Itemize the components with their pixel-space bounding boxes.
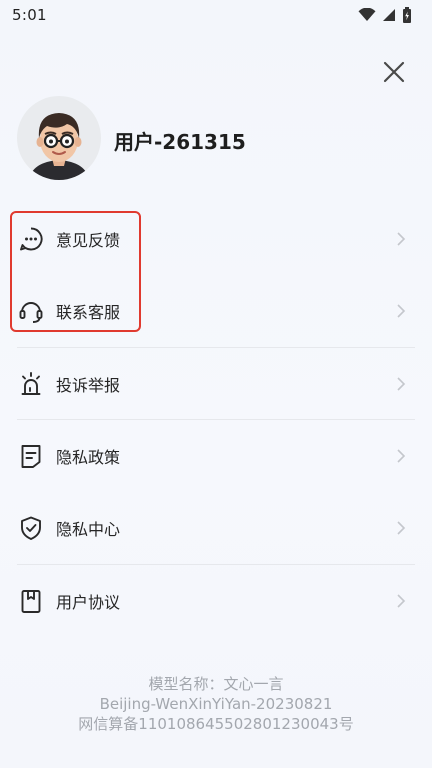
alarm-siren-icon: [18, 371, 44, 397]
menu-item-complaint[interactable]: 投诉举报: [0, 356, 432, 412]
menu-item-privacy-center[interactable]: 隐私中心: [0, 500, 432, 556]
menu-label-complaint: 投诉举报: [56, 376, 121, 395]
document-icon: [18, 443, 44, 469]
close-icon: [383, 61, 405, 83]
wifi-icon: [358, 8, 376, 21]
menu-label-privacy-policy: 隐私政策: [56, 448, 121, 467]
divider: [17, 564, 415, 565]
chevron-right-icon: [394, 376, 408, 392]
chevron-right-icon: [394, 593, 408, 609]
username: 用户-261315: [114, 130, 246, 154]
bookmark-book-icon: [18, 588, 44, 614]
signal-icon: [383, 9, 395, 21]
battery-icon: [403, 7, 411, 23]
menu-label-user-agreement: 用户协议: [56, 593, 121, 612]
avatar[interactable]: [17, 96, 101, 180]
menu-item-privacy-policy[interactable]: 隐私政策: [0, 428, 432, 484]
footer-model-id: Beijing-WenXinYiYan-20230821: [99, 695, 333, 713]
close-button[interactable]: [378, 56, 410, 88]
chevron-right-icon: [394, 448, 408, 464]
footer: 模型名称：文心一言 Beijing-WenXinYiYan-20230821 网…: [0, 674, 432, 734]
footer-model-name: 模型名称：文心一言: [148, 675, 284, 693]
highlight-box: [10, 211, 141, 332]
status-icons: [358, 7, 412, 23]
divider: [17, 419, 415, 420]
chevron-right-icon: [394, 231, 408, 247]
divider: [17, 347, 415, 348]
shield-check-icon: [18, 515, 44, 541]
menu-item-user-agreement[interactable]: 用户协议: [0, 573, 432, 629]
chevron-right-icon: [394, 520, 408, 536]
avatar-image: [29, 113, 89, 180]
chevron-right-icon: [394, 303, 408, 319]
status-time: 5:01: [12, 6, 47, 24]
status-bar: 5:01: [0, 0, 432, 30]
footer-filing: 网信算备110108645502801230043号: [78, 715, 354, 733]
menu-label-privacy-center: 隐私中心: [56, 520, 121, 539]
